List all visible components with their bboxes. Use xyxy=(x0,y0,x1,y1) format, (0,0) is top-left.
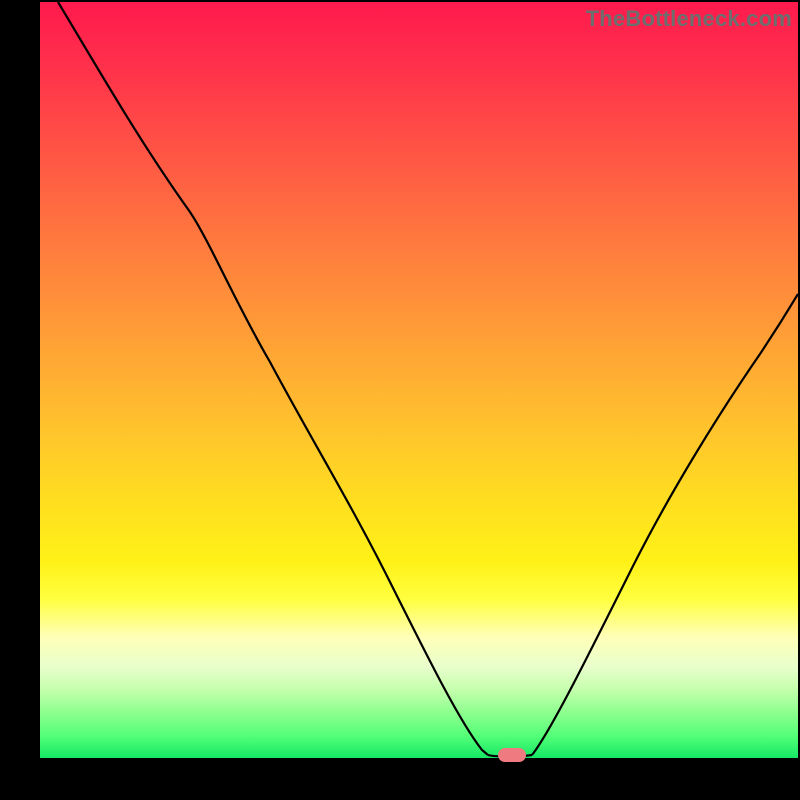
watermark-text: TheBottleneck.com xyxy=(586,6,792,32)
chart-frame: TheBottleneck.com xyxy=(0,0,800,800)
optimum-marker xyxy=(498,748,526,762)
bottleneck-curve xyxy=(40,2,798,758)
plot-area: TheBottleneck.com xyxy=(40,2,798,758)
